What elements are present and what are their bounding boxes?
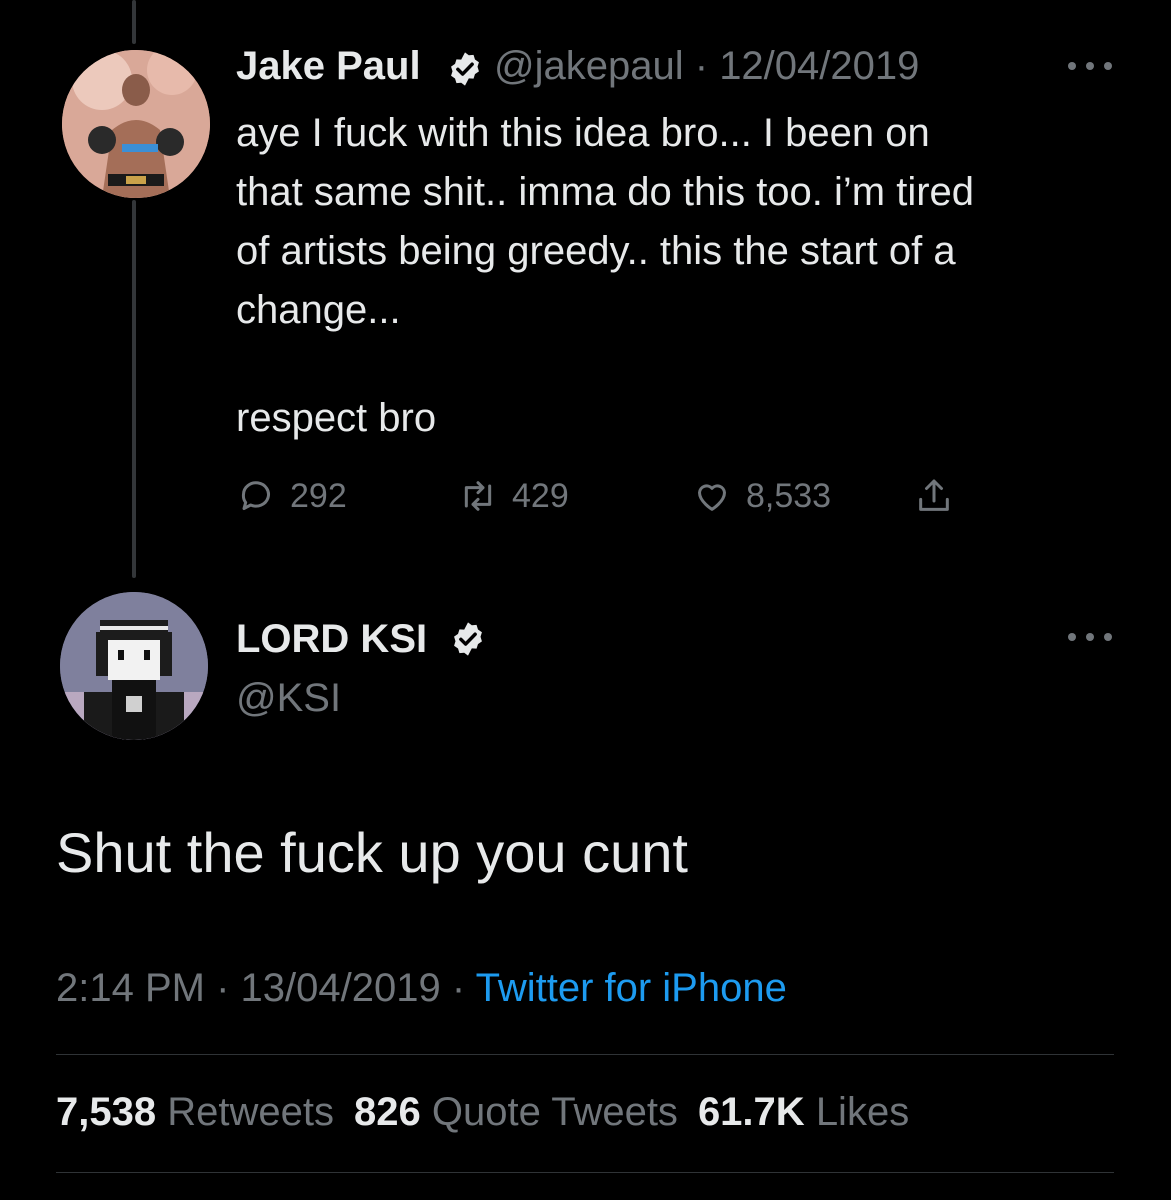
meta-separator: · [694,44,709,88]
tweet-timestamp: 2:14 PM · 13/04/2019 · Twitter for iPhon… [56,966,787,1011]
share-icon [919,479,949,511]
verified-badge-icon [451,52,479,86]
divider [56,1054,1114,1055]
like-button[interactable]: 8,533 [692,474,831,518]
tweet-text-line: of artists being greedy.. this the start… [236,229,956,273]
tweet-thread: Jake Paul @jakepaul · 12/04/2019 aye I f… [0,0,1171,1200]
boxer-photo-avatar [62,50,210,198]
retweet-icon [464,481,492,511]
retweets-count: 7,538 [56,1090,157,1134]
tweet-source-link[interactable]: Twitter for iPhone [476,966,787,1010]
author-handle[interactable]: @jakepaul [494,44,684,88]
likes-count: 61.7K [697,1090,805,1134]
reply-button[interactable]: 292 [236,474,347,518]
meta-separator: · [216,966,230,1010]
likes-label: Likes [815,1090,910,1134]
verified-badge-icon [454,622,482,656]
retweet-button[interactable]: 429 [458,474,569,518]
pixel-art-avatar [60,592,208,740]
tweet-text-line: aye I fuck with this idea bro... I been … [236,111,930,155]
tweet-text-tail: respect bro [236,396,437,440]
author-handle[interactable]: @KSI [236,676,341,721]
like-count: 8,533 [746,476,832,515]
more-options-icon[interactable] [1068,633,1112,645]
retweet-count: 429 [512,476,569,515]
divider [56,1172,1114,1173]
reply-icon [241,481,270,510]
more-options-icon[interactable] [1068,62,1112,74]
meta-separator: · [451,966,466,1010]
tweet-stats: 7,538 Retweets 826 Quote Tweets 61.7K Like… [56,1090,909,1135]
tweet-meta: @jakepaul · 12/04/2019 [494,44,919,89]
tweet-text-line: that same shit.. imma do this too. i’m t… [236,170,975,214]
tweet-text: Shut the fuck up you cunt [56,821,688,884]
reply-count: 292 [290,476,347,515]
quotes-label: Quote Tweets [431,1090,678,1134]
tweet-text-line: change... [236,288,401,332]
likes-stat[interactable]: 61.7K Likes [698,1090,909,1134]
tweet-time[interactable]: 2:14 PM [56,966,205,1010]
quotes-stat[interactable]: 826 Quote Tweets [354,1090,678,1134]
share-button[interactable] [914,474,954,518]
thread-line [132,200,136,578]
author-name[interactable]: LORD KSI [236,617,427,662]
tweet-text: aye I fuck with this idea bro... I been … [236,104,1136,340]
tweet-date[interactable]: 13/04/2019 [241,966,441,1010]
thread-line [132,0,136,44]
quotes-count: 826 [353,1090,421,1134]
heart-icon [698,484,726,511]
ksi-avatar[interactable] [60,592,208,740]
tweet-date[interactable]: 12/04/2019 [719,44,919,88]
author-name[interactable]: Jake Paul [236,44,421,89]
retweets-stat[interactable]: 7,538 Retweets [56,1090,334,1134]
jake-avatar[interactable] [62,50,210,198]
retweets-label: Retweets [167,1090,334,1134]
